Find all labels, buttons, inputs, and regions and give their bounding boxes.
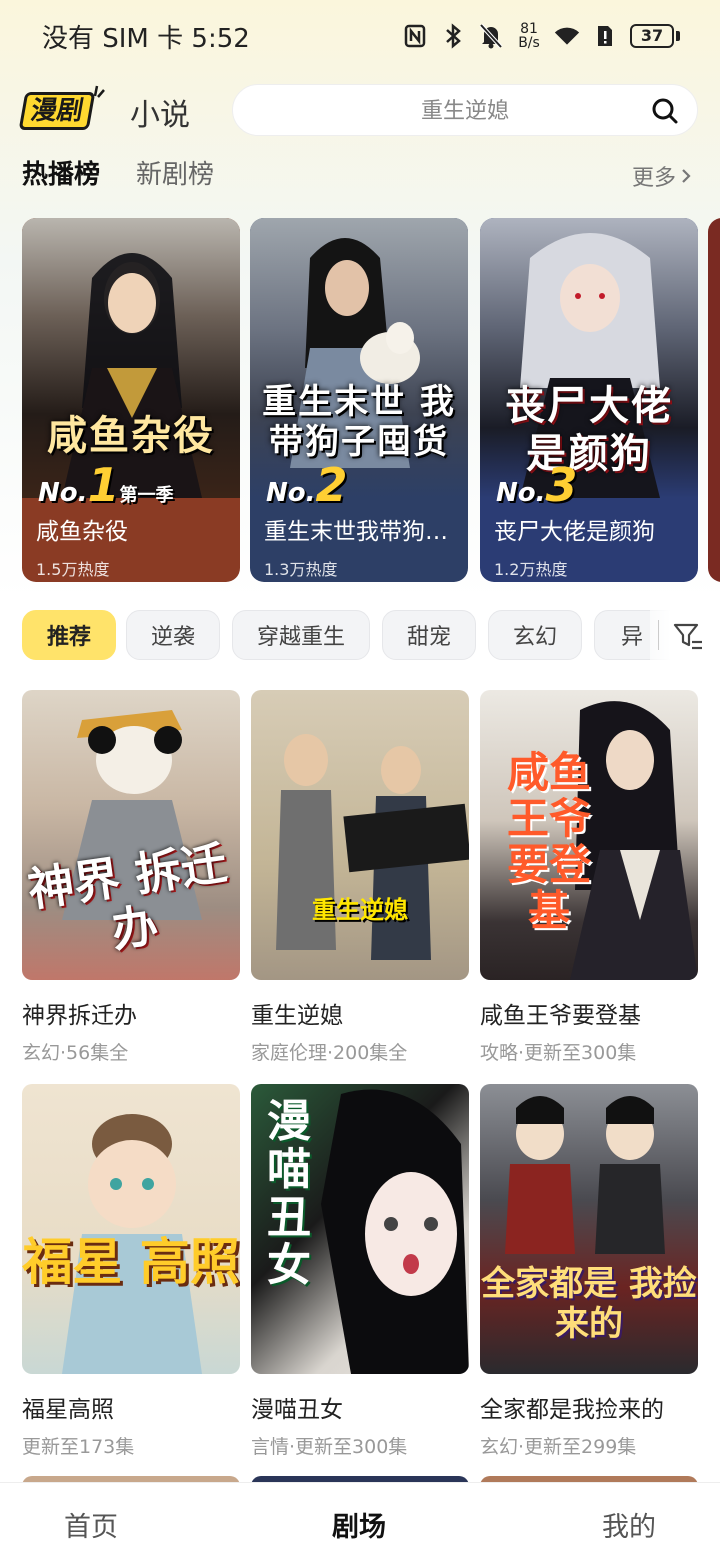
nav-mine[interactable]: 我的 xyxy=(602,1505,656,1544)
chip-fantasy[interactable]: 玄幻 xyxy=(488,610,582,660)
poster-title: 咸鱼杂役 xyxy=(47,413,215,459)
more-label: 更多 xyxy=(631,166,676,191)
drama-card[interactable]: 漫喵丑女 漫喵丑女 言情·更新至300集 xyxy=(251,1084,469,1459)
drama-name: 重生逆媳 xyxy=(251,1003,343,1029)
sim-alert-icon xyxy=(592,23,618,49)
cover-title: 咸鱼王爷要登基 xyxy=(506,748,591,935)
poster-title: 重生末世 我带狗子囤货 xyxy=(262,382,456,462)
chevron-right-icon xyxy=(682,169,691,183)
tab-novel[interactable]: 小说 xyxy=(130,90,190,134)
drama-name: 丧尸大佬是颜狗 xyxy=(494,519,655,545)
rank-list: 咸鱼杂役 No.1第一季 咸鱼杂役 1.5万热度 重生末世 我带狗子囤货 No.… xyxy=(0,218,720,584)
chip-sweet-romance[interactable]: 甜宠 xyxy=(382,610,476,660)
drama-meta: 言情·更新至300集 xyxy=(251,1436,408,1458)
rank-card-partial[interactable] xyxy=(708,218,720,582)
rank-card[interactable]: 咸鱼杂役 No.1第一季 咸鱼杂役 1.5万热度 xyxy=(22,218,240,582)
heat-count: 1.5万热度 xyxy=(36,560,110,579)
cover-title: 漫喵丑女 xyxy=(267,1096,311,1291)
cover-title: 全家都是 我捡来的 xyxy=(481,1264,697,1344)
heat-count: 1.3万热度 xyxy=(264,560,338,579)
rank-tabs: 热播榜 新剧榜 更多 xyxy=(22,154,698,194)
drama-name: 神界拆迁办 xyxy=(22,1003,137,1029)
status-time: 没有 SIM 卡 5:52 xyxy=(42,23,250,54)
drama-card[interactable]: 神界 拆迁办 神界拆迁办 玄幻·56集全 xyxy=(22,690,240,1065)
drama-meta: 玄幻·56集全 xyxy=(22,1042,129,1064)
cover-title: 重生逆媳 xyxy=(312,896,408,924)
filter-area xyxy=(650,608,720,662)
cover-image: 重生逆媳 xyxy=(251,690,469,980)
category-chips: 推荐 逆袭 穿越重生 甜宠 玄幻 异 xyxy=(0,608,720,662)
drama-meta: 家庭伦理·200集全 xyxy=(251,1042,408,1064)
drama-card[interactable]: 重生逆媳 重生逆媳 家庭伦理·200集全 xyxy=(251,690,469,1065)
chip-recommend[interactable]: 推荐 xyxy=(22,610,116,660)
card-info: 咸鱼杂役 1.5万热度 xyxy=(22,498,240,582)
drama-card[interactable]: 全家都是 我捡来的 全家都是我捡来的 玄幻·更新至299集 xyxy=(480,1084,698,1459)
app-logo[interactable]: 漫剧 xyxy=(18,84,106,134)
rank-card[interactable]: 丧尸大佬 是颜狗 No.3 丧尸大佬是颜狗 1.2万热度 xyxy=(480,218,698,582)
cover-image: 咸鱼王爷要登基 xyxy=(480,690,698,980)
search-input[interactable] xyxy=(233,85,697,137)
drama-meta: 玄幻·更新至299集 xyxy=(480,1436,637,1458)
tab-new-rank[interactable]: 新剧榜 xyxy=(136,154,214,191)
drama-name: 漫喵丑女 xyxy=(251,1397,343,1423)
cover-image: 神界 拆迁办 xyxy=(22,690,240,980)
cover-image: 漫喵丑女 xyxy=(251,1084,469,1374)
nav-home[interactable]: 首页 xyxy=(64,1505,118,1544)
logo-spark-icon xyxy=(92,84,106,104)
bluetooth-icon xyxy=(440,23,466,49)
header: 漫剧 小说 xyxy=(0,84,720,138)
drama-name: 重生末世我带狗子… xyxy=(264,519,454,545)
drama-name: 全家都是我捡来的 xyxy=(480,1397,664,1423)
drama-card[interactable]: 福星 高照 福星高照 更新至173集 xyxy=(22,1084,240,1459)
drama-name: 咸鱼王爷要登基 xyxy=(480,1003,641,1029)
mute-bell-icon xyxy=(478,23,504,49)
chip-counterattack[interactable]: 逆袭 xyxy=(126,610,220,660)
drama-meta: 攻略·更新至300集 xyxy=(480,1042,637,1064)
network-speed: 81 B/s xyxy=(518,21,540,51)
bottom-nav: 首页 剧场 我的 xyxy=(0,1482,720,1560)
drama-name: 福星高照 xyxy=(22,1397,114,1423)
status-bar: 没有 SIM 卡 5:52 81 B/s 37 xyxy=(0,0,720,72)
battery-icon: 37 xyxy=(630,24,680,48)
drama-name: 咸鱼杂役 xyxy=(36,519,128,545)
more-link[interactable]: 更多 xyxy=(632,160,692,192)
nav-theater[interactable]: 剧场 xyxy=(332,1505,386,1544)
logo-text: 漫剧 xyxy=(18,92,96,130)
cover-title: 福星 高照 xyxy=(22,1233,240,1291)
rank-card[interactable]: 重生末世 我带狗子囤货 No.2 重生末世我带狗子… 1.3万热度 xyxy=(250,218,468,582)
drama-card[interactable]: 咸鱼王爷要登基 咸鱼王爷要登基 攻略·更新至300集 xyxy=(480,690,698,1065)
heat-count: 1.2万热度 xyxy=(494,560,568,579)
chip-time-travel[interactable]: 穿越重生 xyxy=(232,610,370,660)
wifi-icon xyxy=(554,23,580,49)
search-icon[interactable] xyxy=(651,97,679,125)
cover-image: 福星 高照 xyxy=(22,1084,240,1374)
drama-meta: 更新至173集 xyxy=(22,1436,135,1458)
card-info: 丧尸大佬是颜狗 1.2万热度 xyxy=(480,498,698,582)
filter-icon[interactable] xyxy=(672,620,704,652)
battery-level: 37 xyxy=(630,24,674,48)
tab-hot-rank[interactable]: 热播榜 xyxy=(22,154,100,191)
cover-image: 全家都是 我捡来的 xyxy=(480,1084,698,1374)
card-info: 重生末世我带狗子… 1.3万热度 xyxy=(250,498,468,582)
search-bar[interactable] xyxy=(232,84,698,137)
nfc-icon xyxy=(402,23,428,49)
